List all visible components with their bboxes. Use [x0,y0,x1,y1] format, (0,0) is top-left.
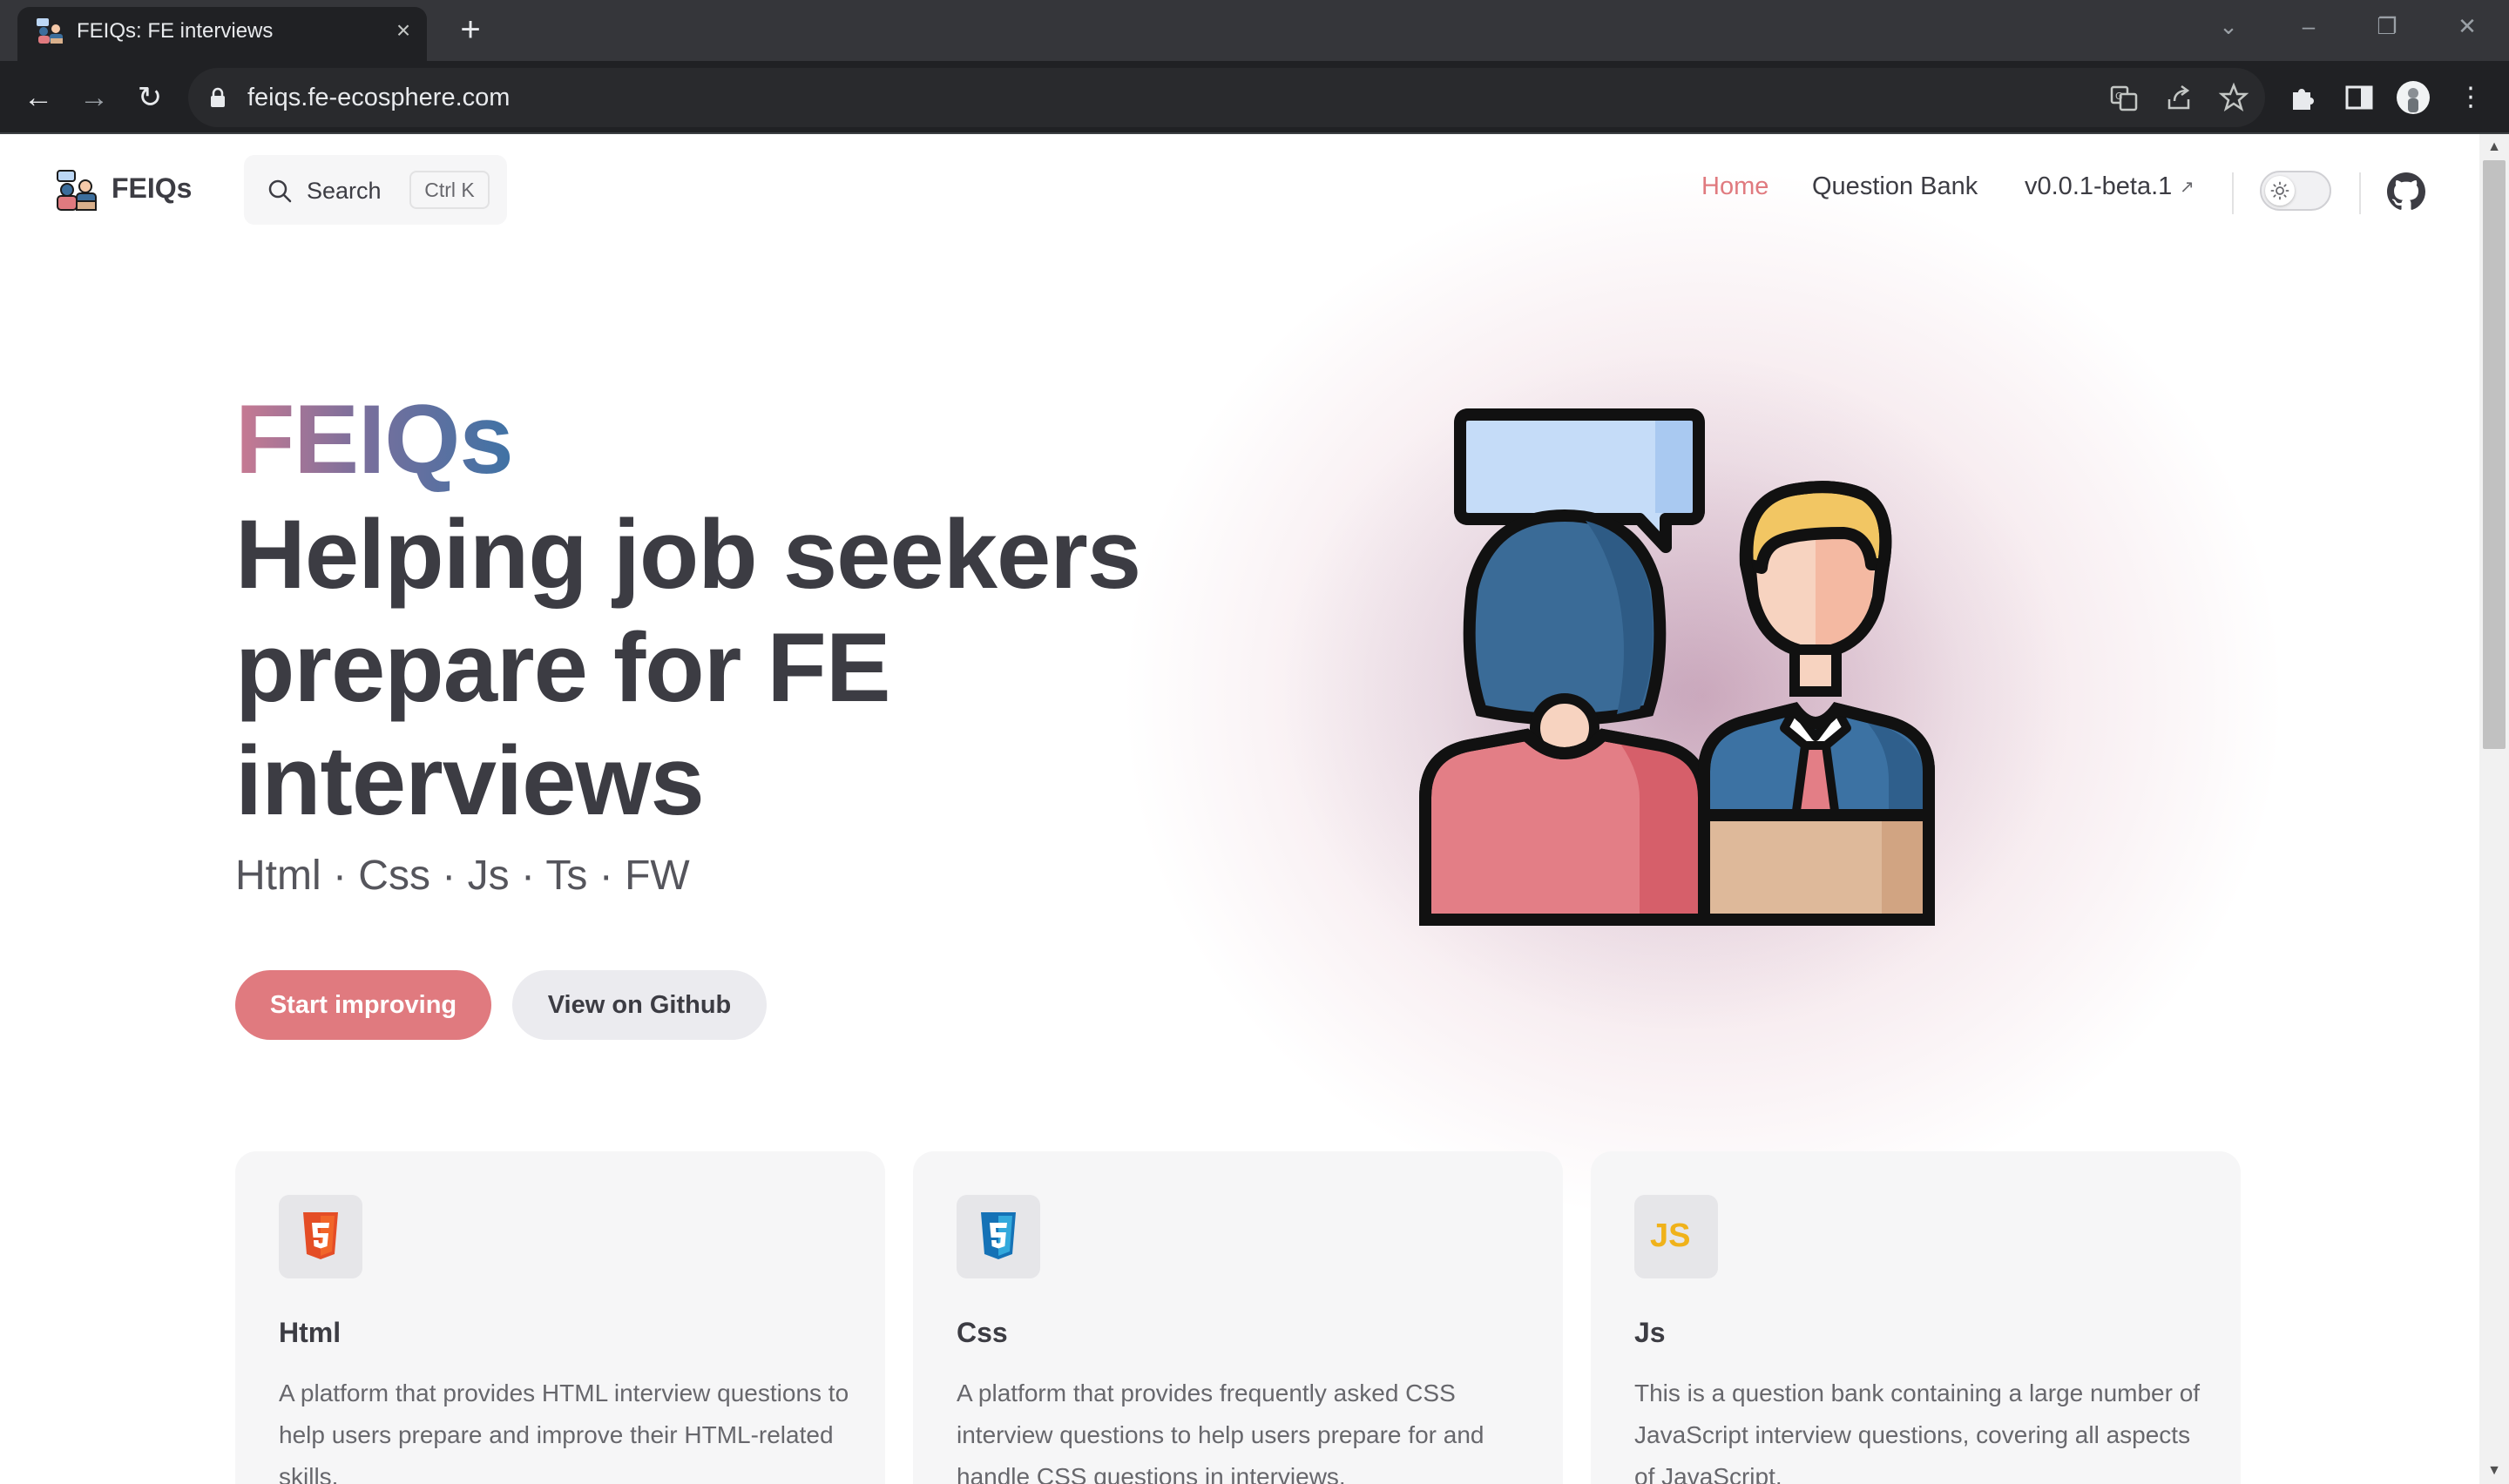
browser-tab[interactable]: FEIQs: FE interviews × [17,7,427,61]
start-improving-button[interactable]: Start improving [235,970,491,1040]
hero-tagline: Html · Css · Js · Ts · FW [235,853,690,899]
view-on-github-button[interactable]: View on Github [512,970,767,1040]
scroll-down-icon[interactable]: ▼ [2479,1458,2509,1484]
search-icon [268,179,292,203]
nav-link-question-bank[interactable]: Question Bank [1812,172,1978,201]
tab-title: FEIQs: FE interviews [77,19,274,43]
feature-icon-container: JS [1634,1195,1718,1278]
page-viewport: FEIQs Search Ctrl K Home Question Bank v… [0,134,2479,1484]
feature-description: This is a question bank containing a lar… [1634,1379,2201,1484]
close-window-icon[interactable]: ✕ [2450,9,2485,44]
site-logo-icon[interactable] [54,169,99,212]
bookmark-star-icon[interactable] [2218,82,2249,113]
sun-icon [2270,181,2289,200]
feature-title: Css [957,1317,1008,1348]
external-link-icon: ↗ [2180,178,2195,197]
js-icon: JS [1650,1218,1691,1254]
interview-people-icon [1419,408,1935,926]
profile-avatar[interactable] [2396,80,2431,115]
feature-card-css[interactable]: Css A platform that provides frequently … [913,1151,1563,1484]
browser-toolbar: ← → ↻ feiqs.fe-ecosphere.com G ⋮ [0,61,2509,134]
site-name[interactable]: FEIQs [112,172,192,205]
search-button[interactable]: Search Ctrl K [244,155,507,225]
nav-link-home[interactable]: Home [1701,172,1768,201]
css3-icon [981,1212,1016,1259]
translate-icon[interactable]: G [2108,82,2140,113]
feature-card-js[interactable]: JS Js This is a question bank containing… [1591,1151,2241,1484]
back-icon[interactable]: ← [19,78,57,117]
nav-divider [2232,172,2234,214]
url-text: feiqs.fe-ecosphere.com [247,84,511,111]
lock-icon [211,87,225,107]
side-panel-icon[interactable] [2342,80,2377,115]
scrollbar-thumb[interactable] [2483,160,2506,749]
svg-text:G: G [2115,91,2123,102]
minimize-icon[interactable]: – [2291,9,2326,44]
theme-toggle[interactable] [2260,171,2331,211]
tab-search-icon[interactable]: ⌄ [2211,9,2246,44]
hero-title: Helping job seekers prepare for FE inter… [235,500,1141,835]
search-label: Search [307,178,382,204]
restore-icon[interactable]: ❐ [2370,9,2404,44]
toggle-knob [2265,176,2295,206]
page-scrollbar[interactable]: ▲ ▼ [2479,134,2509,1484]
feature-description: A platform that provides HTML interview … [279,1379,849,1484]
scroll-up-icon[interactable]: ▲ [2479,134,2509,160]
share-icon[interactable] [2164,82,2195,113]
browser-tab-strip: FEIQs: FE interviews × + ⌄ – ❐ ✕ [0,0,2509,61]
tab-close-icon[interactable]: × [390,17,416,44]
address-bar[interactable]: feiqs.fe-ecosphere.com G [188,68,2265,127]
feature-description: A platform that provides frequently aske… [957,1379,1484,1484]
forward-icon[interactable]: → [75,78,113,117]
search-shortcut-hint: Ctrl K [409,171,490,209]
github-icon[interactable] [2387,172,2425,211]
feature-icon-container [279,1195,362,1278]
browser-menu-icon[interactable]: ⋮ [2452,78,2490,117]
reload-icon[interactable]: ↻ [131,78,169,117]
nav-link-version[interactable]: v0.0.1-beta.1 [2025,172,2172,201]
hero-brand: FEIQs [235,383,514,496]
extensions-icon[interactable] [2286,80,2321,115]
feature-title: Html [279,1317,342,1348]
site-favicon-icon [37,18,63,44]
nav-divider [2359,172,2361,214]
feature-title: Js [1634,1317,1666,1348]
feature-card-html[interactable]: Html A platform that provides HTML inter… [235,1151,885,1484]
new-tab-icon[interactable]: + [451,12,490,51]
feature-icon-container [957,1195,1040,1278]
html5-icon [303,1212,338,1259]
